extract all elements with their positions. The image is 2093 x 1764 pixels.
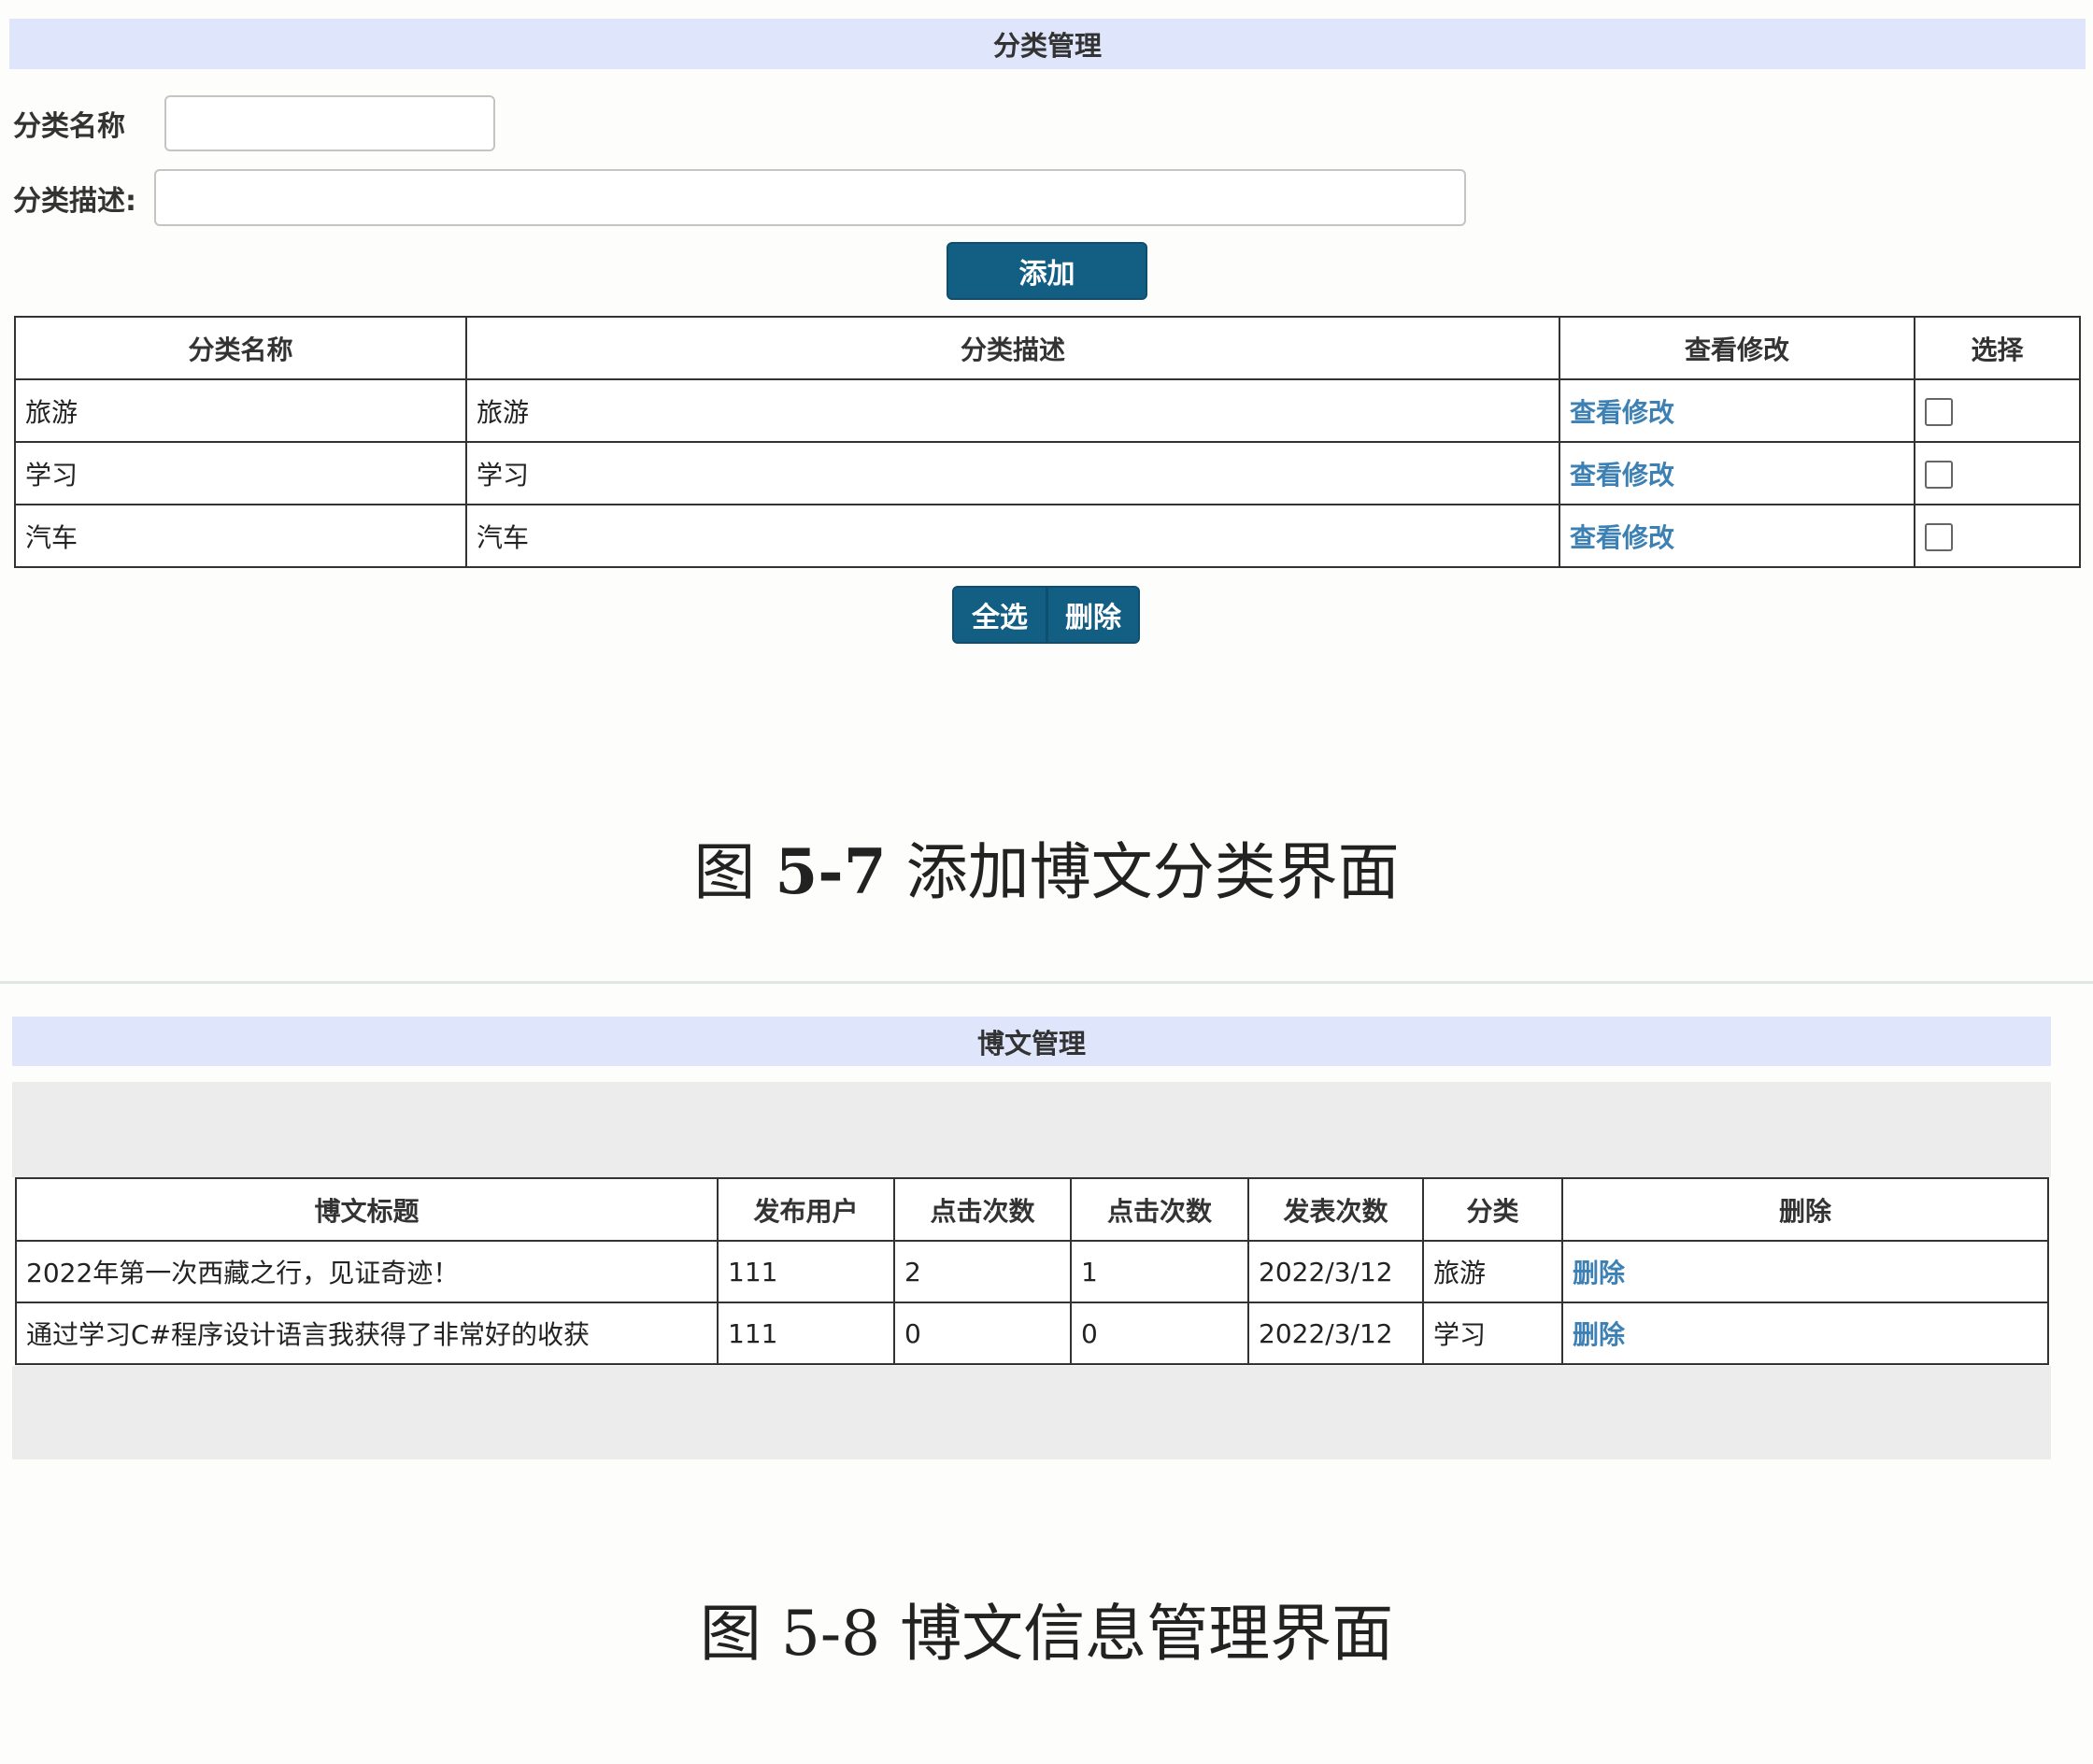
category-description-cell: 旅游: [465, 378, 1560, 443]
user-cell: 111: [717, 1302, 895, 1365]
clicks-cell: 2: [893, 1240, 1072, 1303]
column-header-user: 发布用户: [717, 1177, 895, 1242]
category-name-cell: 学习: [14, 441, 467, 505]
category-management-header: 分类管理: [9, 19, 2086, 69]
column-header-category-name: 分类名称: [14, 316, 467, 380]
post-management-title: 博文管理: [976, 1027, 1086, 1060]
caption-figure-word: 图: [693, 836, 756, 908]
caption-figure-number: 5-7: [775, 835, 887, 908]
post-title-cell: 2022年第一次西藏之行，见证奇迹！: [15, 1240, 719, 1303]
column-header-post-title: 博文标题: [15, 1177, 719, 1242]
category-description-label: 分类描述:: [13, 185, 136, 218]
table-row: 2022年第一次西藏之行，见证奇迹！ 111 2 1 2022/3/12 旅游 …: [15, 1240, 2049, 1303]
row-select-checkbox[interactable]: [1925, 398, 1953, 426]
table-row: 学习 学习 查看修改: [14, 441, 2081, 505]
column-header-clicks: 点击次数: [893, 1177, 1072, 1242]
category-name-cell: 旅游: [14, 378, 467, 443]
delete-link[interactable]: 删除: [1573, 1319, 1625, 1350]
post-management-header: 博文管理: [12, 1017, 2051, 1066]
date-cell: 2022/3/12: [1247, 1240, 1424, 1303]
user-cell: 111: [717, 1240, 895, 1303]
caption-figure-text: 添加博文分类界面: [905, 836, 1400, 908]
column-header-delete: 删除: [1561, 1177, 2049, 1242]
post-title-cell: 通过学习C#程序设计语言我获得了非常好的收获: [15, 1302, 719, 1365]
column-header-category-description: 分类描述: [465, 316, 1560, 380]
table-row: 旅游 旅游 查看修改: [14, 378, 2081, 443]
view-edit-link[interactable]: 查看修改: [1570, 460, 1674, 491]
category-table: 分类名称 分类描述 查看修改 选择 旅游 旅游 查看修改 学习 学习 查看修改 …: [14, 316, 2081, 568]
column-header-clicks-2: 点击次数: [1070, 1177, 1249, 1242]
clicks-2-cell: 0: [1070, 1302, 1249, 1365]
figure-5-8-caption: 图 5-8 博文信息管理界面: [0, 1584, 2093, 1673]
column-header-view-edit: 查看修改: [1559, 316, 1915, 380]
figure-5-7-caption: 图 5-7 添加博文分类界面: [0, 822, 2093, 912]
select-all-button[interactable]: 全选: [952, 586, 1047, 644]
post-table-header: 博文标题 发布用户 点击次数 点击次数 发表次数 分类 删除: [15, 1177, 2049, 1242]
category-cell: 学习: [1422, 1302, 1563, 1365]
category-description-input[interactable]: [154, 169, 1466, 226]
row-select-checkbox[interactable]: [1925, 461, 1953, 489]
clicks-2-cell: 1: [1070, 1240, 1249, 1303]
category-name-cell: 汽车: [14, 504, 467, 568]
category-cell: 旅游: [1422, 1240, 1563, 1303]
table-row: 汽车 汽车 查看修改: [14, 504, 2081, 568]
row-select-checkbox[interactable]: [1925, 523, 1953, 551]
view-edit-link[interactable]: 查看修改: [1570, 522, 1674, 553]
view-edit-link[interactable]: 查看修改: [1570, 397, 1674, 428]
delete-link[interactable]: 删除: [1573, 1258, 1625, 1288]
figure-divider: [0, 981, 2093, 984]
add-button[interactable]: 添加: [947, 242, 1147, 300]
column-header-publish: 发表次数: [1247, 1177, 1424, 1242]
column-header-category: 分类: [1422, 1177, 1563, 1242]
delete-selected-button[interactable]: 删除: [1046, 586, 1140, 644]
date-cell: 2022/3/12: [1247, 1302, 1424, 1365]
column-header-select: 选择: [1914, 316, 2081, 380]
category-name-input[interactable]: [164, 95, 495, 151]
table-row: 通过学习C#程序设计语言我获得了非常好的收获 111 0 0 2022/3/12…: [15, 1302, 2049, 1365]
category-management-title: 分类管理: [992, 30, 1102, 62]
caption-figure-number: 5-8: [780, 1598, 881, 1670]
category-table-header: 分类名称 分类描述 查看修改 选择: [14, 316, 2081, 380]
category-description-cell: 学习: [465, 441, 1560, 505]
caption-figure-text: 博文信息管理界面: [900, 1598, 1394, 1670]
caption-figure-word: 图: [699, 1598, 762, 1670]
toolbar-area: [12, 1082, 2051, 1177]
post-table: 博文标题 发布用户 点击次数 点击次数 发表次数 分类 删除 2022年第一次西…: [15, 1177, 2049, 1365]
clicks-cell: 0: [893, 1302, 1072, 1365]
pager-area: [12, 1366, 2051, 1459]
category-description-cell: 汽车: [465, 504, 1560, 568]
category-name-label: 分类名称: [13, 110, 125, 143]
